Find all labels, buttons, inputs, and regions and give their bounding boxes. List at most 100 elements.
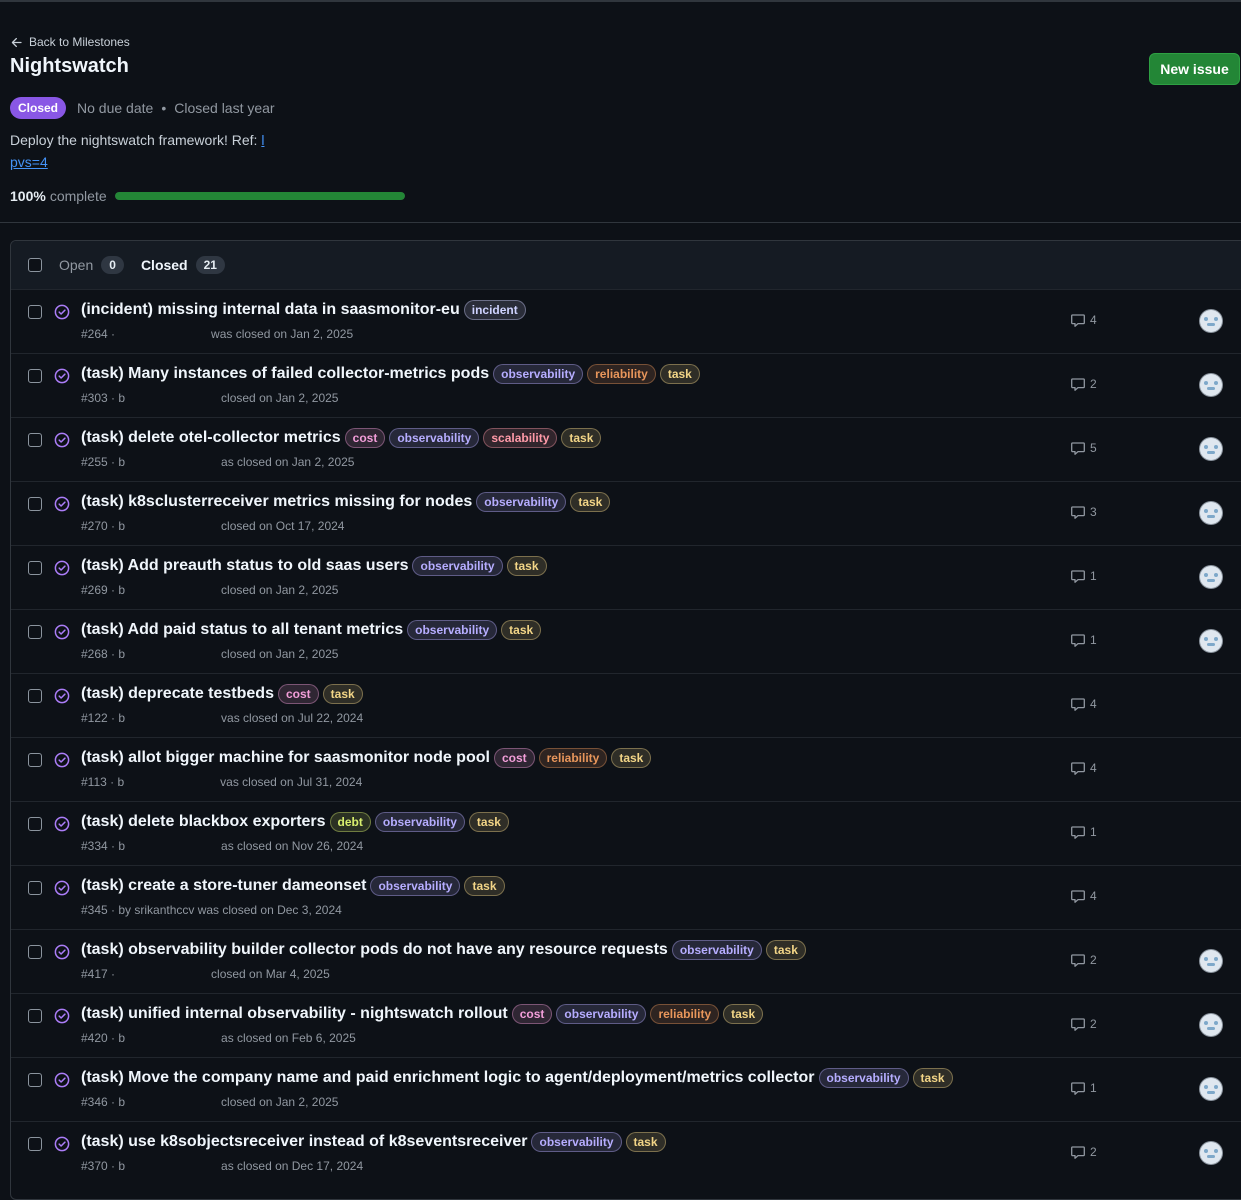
issue-checkbox[interactable] — [28, 305, 42, 319]
label-observability[interactable]: observability — [476, 492, 567, 512]
issue-title-link[interactable]: (task) delete otel-collector metrics — [81, 429, 341, 447]
assignee-avatar[interactable] — [1200, 310, 1222, 332]
assignee-avatar[interactable] — [1200, 1014, 1222, 1036]
comment-count-link[interactable]: 2 — [1070, 1016, 1097, 1032]
issue-row[interactable]: (task) create a store-tuner dameonset obs… — [11, 865, 1241, 930]
comment-count-link[interactable]: 4 — [1070, 696, 1097, 712]
issue-row[interactable]: (task) Add preauth status to old saas us… — [11, 545, 1241, 610]
label-observability[interactable]: observability — [374, 812, 465, 832]
label-task[interactable]: task — [723, 1004, 764, 1024]
label-reliability[interactable]: reliability — [587, 364, 656, 384]
issue-checkbox[interactable] — [28, 561, 42, 575]
label-scalability[interactable]: scalability — [483, 428, 558, 448]
assignee-avatar[interactable] — [1200, 438, 1222, 460]
comment-count-link[interactable]: 1 — [1070, 632, 1097, 648]
issue-row[interactable]: (incident) missing internal data in saas… — [11, 289, 1241, 354]
label-task[interactable]: task — [561, 428, 602, 448]
label-task[interactable]: task — [912, 1068, 953, 1088]
label-observability[interactable]: observability — [671, 940, 762, 960]
label-cost[interactable]: cost — [493, 748, 535, 768]
issue-row[interactable]: (task) k8sclusterreceiver metrics missin… — [11, 481, 1241, 546]
assignee-avatar[interactable] — [1200, 630, 1222, 652]
assignee-avatar[interactable] — [1200, 950, 1222, 972]
issue-title-link[interactable]: (incident) missing internal data in saas… — [81, 301, 460, 319]
label-observability[interactable]: observability — [531, 1132, 622, 1152]
issue-checkbox[interactable] — [28, 817, 42, 831]
issue-row[interactable]: (task) delete blackbox exporters debt obse… — [11, 801, 1241, 866]
issue-row[interactable]: (task) Move the company name and paid en… — [11, 1057, 1241, 1122]
label-debt[interactable]: debt — [329, 812, 371, 832]
label-task[interactable]: task — [611, 748, 652, 768]
label-observability[interactable]: observability — [370, 876, 461, 896]
label-task[interactable]: task — [659, 364, 700, 384]
issue-checkbox[interactable] — [28, 625, 42, 639]
issue-title-link[interactable]: (task) use k8sobjectsreceiver instead of… — [81, 1133, 527, 1151]
issue-checkbox[interactable] — [28, 881, 42, 895]
label-task[interactable]: task — [506, 556, 547, 576]
issue-checkbox[interactable] — [28, 1073, 42, 1087]
assignee-avatar[interactable] — [1200, 566, 1222, 588]
description-link[interactable]: l — [261, 132, 264, 148]
label-cost[interactable]: cost — [511, 1004, 553, 1024]
comment-count-link[interactable]: 2 — [1070, 952, 1097, 968]
issue-checkbox[interactable] — [28, 369, 42, 383]
label-observability[interactable]: observability — [412, 556, 503, 576]
comment-count-link[interactable]: 1 — [1070, 568, 1097, 584]
label-task[interactable]: task — [765, 940, 806, 960]
label-cost[interactable]: cost — [344, 428, 386, 448]
issue-title-link[interactable]: (task) create a store-tuner dameonset — [81, 877, 366, 895]
issue-title-link[interactable]: (task) Many instances of failed collecto… — [81, 365, 489, 383]
back-to-milestones-link[interactable]: Back to Milestones — [10, 35, 130, 49]
issue-row[interactable]: (task) allot bigger machine for saasmoni… — [11, 737, 1241, 802]
issue-title-link[interactable]: (task) Add paid status to all tenant met… — [81, 621, 403, 639]
comment-count-link[interactable]: 2 — [1070, 1144, 1097, 1160]
open-issues-tab[interactable]: Open 0 — [59, 256, 124, 274]
label-task[interactable]: task — [570, 492, 611, 512]
issue-checkbox[interactable] — [28, 945, 42, 959]
issue-row[interactable]: (task) Add paid status to all tenant met… — [11, 609, 1241, 674]
label-task[interactable]: task — [322, 684, 363, 704]
select-all-checkbox[interactable] — [28, 258, 42, 272]
comment-count-link[interactable]: 1 — [1070, 1080, 1097, 1096]
issue-title-link[interactable]: (task) Move the company name and paid en… — [81, 1069, 815, 1087]
label-task[interactable]: task — [464, 876, 505, 896]
assignee-avatar[interactable] — [1200, 1142, 1222, 1164]
comment-count-link[interactable]: 1 — [1070, 824, 1097, 840]
issue-title-link[interactable]: (task) delete blackbox exporters — [81, 813, 326, 831]
issue-checkbox[interactable] — [28, 1009, 42, 1023]
comment-count-link[interactable]: 4 — [1070, 312, 1097, 328]
comment-count-link[interactable]: 3 — [1070, 504, 1097, 520]
label-task[interactable]: task — [625, 1132, 666, 1152]
issue-row[interactable]: (task) deprecate testbeds cost task #122 · … — [11, 673, 1241, 738]
issue-row[interactable]: (task) Many instances of failed collecto… — [11, 353, 1241, 418]
issue-checkbox[interactable] — [28, 433, 42, 447]
issue-row[interactable]: (task) unified internal observability - … — [11, 993, 1241, 1058]
issue-row[interactable]: (task) delete otel-collector metrics cost… — [11, 417, 1241, 482]
label-task[interactable]: task — [468, 812, 509, 832]
label-cost[interactable]: cost — [277, 684, 319, 704]
closed-issues-tab[interactable]: Closed 21 — [141, 256, 225, 274]
assignee-avatar[interactable] — [1200, 1078, 1222, 1100]
description-link-continued[interactable]: pvs=4 — [10, 154, 48, 170]
label-observability[interactable]: observability — [556, 1004, 647, 1024]
issue-row[interactable]: (task) observability builder collector p… — [11, 929, 1241, 994]
issue-title-link[interactable]: (task) unified internal observability - … — [81, 1005, 508, 1023]
label-reliability[interactable]: reliability — [538, 748, 608, 768]
issue-checkbox[interactable] — [28, 1137, 42, 1151]
label-reliability[interactable]: reliability — [650, 1004, 720, 1024]
issue-checkbox[interactable] — [28, 753, 42, 767]
comment-count-link[interactable]: 4 — [1070, 888, 1097, 904]
issue-title-link[interactable]: (task) observability builder collector p… — [81, 941, 668, 959]
issue-title-link[interactable]: (task) Add preauth status to old saas us… — [81, 557, 408, 575]
issue-checkbox[interactable] — [28, 689, 42, 703]
issue-title-link[interactable]: (task) allot bigger machine for saasmoni… — [81, 749, 490, 767]
issue-title-link[interactable]: (task) k8sclusterreceiver metrics missin… — [81, 493, 472, 511]
issue-checkbox[interactable] — [28, 497, 42, 511]
new-issue-button[interactable]: New issue — [1149, 53, 1240, 85]
label-observability[interactable]: observability — [407, 620, 498, 640]
assignee-avatar[interactable] — [1200, 374, 1222, 396]
label-incident[interactable]: incident — [463, 300, 526, 320]
comment-count-link[interactable]: 5 — [1070, 440, 1097, 456]
issue-title-link[interactable]: (task) deprecate testbeds — [81, 685, 274, 703]
comment-count-link[interactable]: 4 — [1070, 760, 1097, 776]
